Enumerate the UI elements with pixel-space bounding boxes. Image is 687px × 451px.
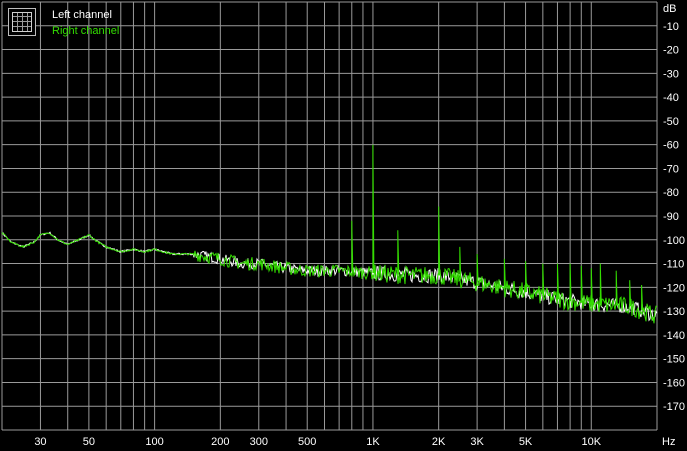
y-tick-label: -40 <box>663 92 679 104</box>
y-tick-label: -70 <box>663 163 679 175</box>
x-tick-label: 300 <box>250 436 268 448</box>
y-tick-label: -160 <box>663 377 685 389</box>
x-tick-label: 500 <box>298 436 316 448</box>
x-tick-label: 2K <box>432 436 446 448</box>
y-tick-label: -140 <box>663 330 685 342</box>
x-tick-label: 30 <box>34 436 46 448</box>
y-tick-label: -110 <box>663 259 684 271</box>
y-tick-label: -120 <box>663 282 685 294</box>
legend-right-channel: Right channel <box>52 25 120 37</box>
x-tick-label: 50 <box>83 436 95 448</box>
y-tick-label: -60 <box>663 140 679 152</box>
x-tick-label: 100 <box>145 436 163 448</box>
x-tick-label: 1K <box>366 436 380 448</box>
x-tick-label: 3K <box>470 436 484 448</box>
y-tick-label: -130 <box>663 306 685 318</box>
y-tick-label: -50 <box>663 116 679 128</box>
legend-left-channel: Left channel <box>52 9 112 21</box>
x-tick-label: 10K <box>581 436 601 448</box>
x-unit-label: Hz <box>662 436 675 448</box>
y-tick-label: -150 <box>663 354 685 366</box>
x-tick-label: 5K <box>519 436 533 448</box>
y-tick-label: -90 <box>663 211 679 223</box>
y-tick-label: -80 <box>663 187 679 199</box>
x-tick-label: 200 <box>211 436 229 448</box>
plot-background <box>0 0 687 451</box>
y-tick-label: -10 <box>663 21 679 33</box>
spectrum-plot: -10 -20 -30 -40 -50 -60 -70 -80 -90 -100 -110 -120 -… <box>0 0 687 451</box>
y-unit-label: dB <box>663 3 676 15</box>
spectrum-chart: -10 -20 -30 -40 -50 -60 -70 -80 -90 -100 -110 -120 -… <box>0 0 687 451</box>
y-tick-label: -170 <box>663 401 685 413</box>
y-tick-label: -100 <box>663 235 685 247</box>
y-tick-label: -20 <box>663 45 679 57</box>
y-tick-label: -30 <box>663 68 679 80</box>
grid-icon[interactable] <box>8 8 36 36</box>
